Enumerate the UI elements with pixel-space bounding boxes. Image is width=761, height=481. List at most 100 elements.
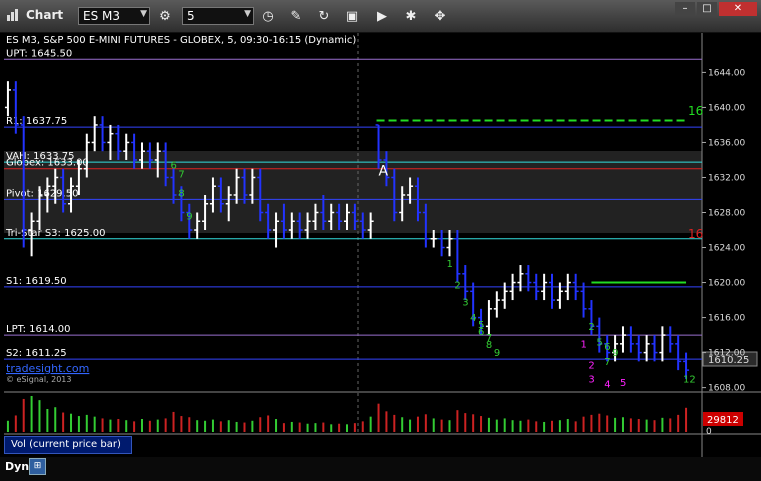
- volume-bar: [566, 419, 569, 432]
- volume-bar: [456, 410, 459, 432]
- price-tick-label: 1640.00: [708, 103, 745, 113]
- volume-bar: [290, 421, 293, 432]
- volume-bar: [156, 419, 159, 432]
- sequence-count: 2: [454, 281, 460, 292]
- volume-bar: [685, 407, 688, 432]
- volume-zero-label: 0: [706, 427, 712, 437]
- volume-bar: [377, 403, 380, 432]
- volume-bar: [582, 416, 585, 432]
- volume-bar: [282, 423, 285, 432]
- chart-canvas[interactable]: 1610.25 29812 0 ES M3, S&P 500 E-MINI FU…: [0, 0, 761, 481]
- price-tick-label: 1624.00: [708, 244, 745, 254]
- level-label: Pivot: 1629.50: [6, 188, 78, 199]
- level-label: Tri-Star S3: 1625.00: [5, 228, 105, 239]
- sequence-count: 8: [178, 189, 184, 200]
- volume-bar: [38, 400, 41, 432]
- volume-bar: [275, 419, 278, 432]
- sequence-count: 6: [171, 161, 177, 172]
- volume-bar: [196, 420, 199, 432]
- volume-bar: [480, 416, 483, 432]
- level-label: S2: 1611.25: [6, 348, 67, 359]
- volume-bar: [385, 411, 388, 432]
- volume-bar: [527, 419, 530, 432]
- price-tick-label: 1620.00: [708, 279, 745, 289]
- volume-bar: [133, 421, 136, 432]
- volume-bar: [164, 418, 167, 432]
- chart-header-title: ES M3, S&P 500 E-MINI FUTURES - GLOBEX, …: [6, 35, 356, 46]
- volume-bar: [267, 415, 270, 432]
- volume-bar: [543, 421, 546, 432]
- volume-bar: [645, 419, 648, 432]
- price-tick-label: 1608.00: [708, 384, 745, 394]
- sequence-count: 3: [588, 374, 594, 385]
- volume-bar: [180, 416, 183, 432]
- watermark-site[interactable]: tradesight.com: [6, 362, 89, 375]
- volume-bar: [85, 414, 88, 432]
- sequence-count: 9: [186, 212, 192, 223]
- sequence-count: 2: [588, 322, 594, 333]
- volume-bar: [511, 420, 514, 432]
- lock-icon[interactable]: ⊞: [29, 458, 46, 475]
- watermark-copyright: © eSignal, 2013: [6, 375, 71, 384]
- volume-bar: [30, 396, 33, 432]
- volume-bar: [330, 424, 333, 432]
- volume-bar: [393, 414, 396, 432]
- volume-bar: [590, 414, 593, 432]
- volume-bar: [22, 398, 25, 432]
- sequence-count: 9: [494, 348, 500, 359]
- volume-bar: [432, 418, 435, 432]
- level-label: Globex: 1633.00: [6, 158, 89, 169]
- volume-bar: [227, 420, 230, 432]
- volume-bar: [598, 413, 601, 432]
- volume-bar: [259, 417, 262, 432]
- sequence-count: 6: [478, 327, 484, 338]
- volume-pane-label[interactable]: Vol (current price bar): [4, 436, 132, 454]
- volume-bar: [503, 418, 506, 432]
- price-tick-label: 1636.00: [708, 138, 745, 148]
- volume-bar: [14, 415, 17, 432]
- sequence-count: 5: [620, 378, 626, 389]
- volume-bar: [629, 418, 632, 432]
- annotation-label: A: [379, 164, 389, 180]
- current-volume-label: 29812: [707, 415, 739, 426]
- price-tick-label: 1628.00: [708, 209, 745, 219]
- value-area-band: [4, 151, 702, 233]
- price-tick-label: 1632.00: [708, 173, 745, 183]
- sequence-count: 7: [178, 169, 184, 180]
- volume-bar: [109, 419, 112, 432]
- volume-bar: [677, 414, 680, 432]
- volume-bar: [338, 423, 341, 432]
- volume-bar: [346, 424, 348, 432]
- right-marker-green: 16: [688, 104, 703, 118]
- sequence-count: 2: [588, 360, 594, 371]
- sequence-count: 7: [604, 357, 610, 368]
- volume-bar: [148, 420, 151, 432]
- volume-bar: [401, 417, 404, 432]
- volume-bar: [101, 418, 104, 432]
- volume-bar: [574, 421, 577, 432]
- sequence-count: 4: [470, 313, 476, 324]
- volume-bar: [487, 417, 490, 432]
- volume-bar: [424, 414, 427, 432]
- level-label: LPT: 1614.00: [6, 324, 71, 335]
- volume-bar: [140, 419, 143, 432]
- volume-bar: [464, 413, 467, 432]
- sequence-count: 6: [604, 342, 610, 353]
- price-tick-label: 1616.00: [708, 314, 745, 324]
- volume-bar: [353, 423, 356, 432]
- sequence-count: 8: [486, 340, 492, 351]
- volume-bar: [440, 419, 443, 432]
- volume-bar: [204, 420, 207, 432]
- volume-bar: [361, 421, 364, 432]
- sequence-count: 9: [612, 348, 618, 359]
- level-label: S1: 1619.50: [6, 276, 67, 287]
- volume-bar: [54, 407, 57, 432]
- volume-bar: [472, 414, 475, 432]
- level-label: UPT: 1645.50: [6, 48, 72, 59]
- volume-bar: [117, 419, 120, 432]
- volume-bar: [535, 421, 538, 432]
- volume-bar: [409, 419, 412, 432]
- volume-bar: [416, 416, 419, 432]
- volume-bar: [551, 420, 554, 432]
- price-tick-label: 1612.00: [708, 349, 745, 359]
